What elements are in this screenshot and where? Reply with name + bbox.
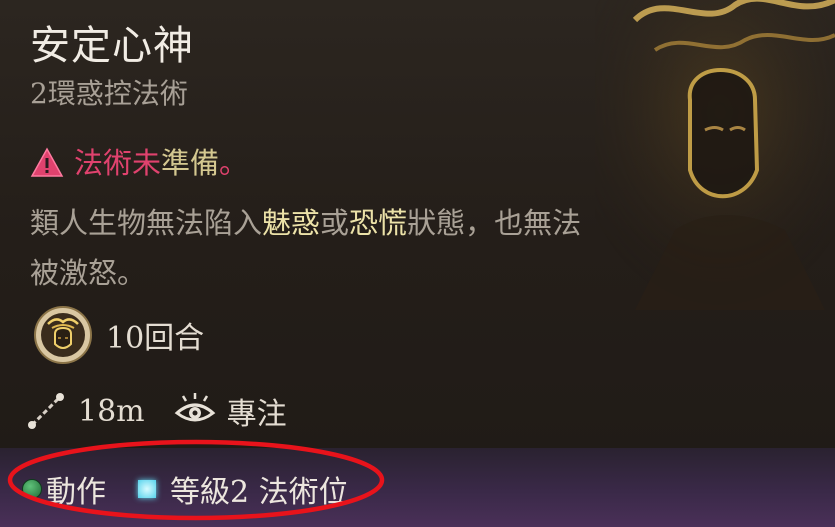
calm-face-icon — [34, 306, 92, 364]
eye-icon — [174, 393, 215, 422]
warning-text-red: 法術未 — [74, 146, 162, 180]
duration-text: 10回合 — [106, 321, 205, 356]
spell-description: 類人生物無法陷入魅惑或恐慌狀態，也無法被激怒。 — [30, 198, 610, 298]
spell-not-prepared-warning: 法術未 準備。 — [30, 142, 248, 184]
warning-text-end: 。 — [219, 146, 249, 180]
spell-subtitle: 2環惑控法術 — [30, 77, 188, 110]
duration-row: 10回合 — [34, 302, 204, 368]
keyword-charmed[interactable]: 魅惑 — [262, 206, 320, 240]
description-text: 類人生物無法陷入 — [30, 206, 263, 240]
spell-tooltip: 安定心神 2環惑控法術 法術未 準備。 類人生物無法陷入魅惑或恐慌狀態，也無法被激… — [0, 0, 835, 527]
spell-art-icon — [595, 0, 835, 310]
annotation-ellipse — [7, 439, 385, 521]
stats-row: 18m 專注 — [26, 386, 287, 436]
description-text: 或 — [320, 206, 350, 240]
range-line-icon — [28, 393, 64, 429]
warning-triangle-icon — [30, 147, 64, 177]
warning-text-prepared: 準備 — [161, 146, 220, 180]
keyword-frightened[interactable]: 恐慌 — [349, 206, 407, 240]
spell-title: 安定心神 — [30, 23, 194, 69]
range-text: 18m — [78, 393, 145, 429]
concentration-text: 專注 — [226, 397, 287, 432]
